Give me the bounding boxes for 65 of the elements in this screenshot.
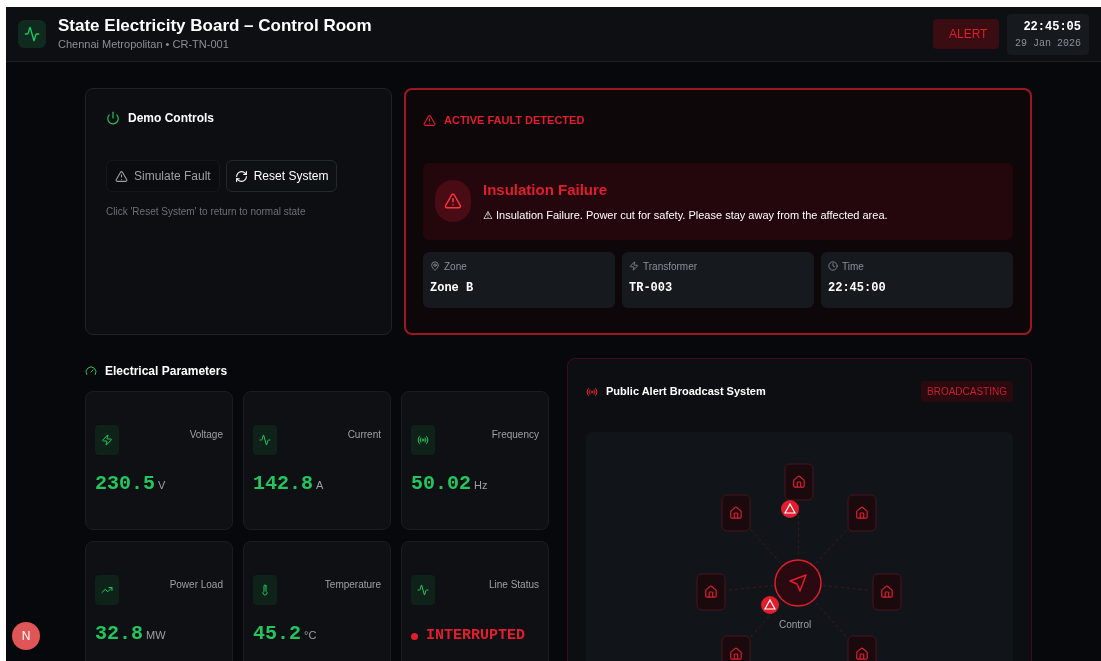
- fault-title: Insulation Failure: [483, 179, 609, 200]
- control-label: Control: [779, 618, 812, 632]
- signal-icon: [411, 425, 435, 455]
- alert-badge: ALERT: [933, 19, 999, 49]
- app-subtitle: Chennai Metropolitan • CR-TN-001: [58, 37, 230, 53]
- lightning-icon: [629, 261, 639, 271]
- connection-line: [726, 585, 775, 591]
- detail-value: 22:45:00: [828, 279, 887, 297]
- power-icon: [106, 111, 120, 125]
- house-node: [784, 463, 814, 501]
- parameter-unit: V: [158, 478, 166, 493]
- clock-icon: [828, 261, 838, 271]
- parameter-unit: MW: [146, 628, 166, 643]
- pulse-icon: [253, 425, 277, 455]
- house-node: [872, 573, 902, 611]
- gauge-icon: [85, 365, 97, 377]
- refresh-icon: [234, 169, 248, 183]
- clock-date: 29 Jan 2026: [1015, 36, 1081, 51]
- reset-system-button[interactable]: Reset System: [225, 160, 338, 192]
- parameter-label: Temperature: [324, 578, 381, 592]
- pulse-logo-icon: [18, 20, 46, 48]
- panel-title: Public Alert Broadcast System: [606, 384, 766, 400]
- parameter-label: Current: [347, 428, 381, 442]
- status-value: INTERRUPTED: [426, 626, 526, 646]
- house-node: [721, 494, 751, 532]
- warning-icon: [423, 113, 436, 127]
- pin-icon: [430, 261, 440, 271]
- thermometer-icon: [253, 575, 277, 605]
- alert-marker: [761, 596, 779, 614]
- detail-value: Zone B: [430, 279, 475, 297]
- hint-text: Click 'Reset System' to return to normal state: [106, 205, 307, 219]
- parameter-unit: A: [316, 478, 324, 493]
- detail-label: Time: [842, 259, 864, 274]
- parameter-value: 142.8: [253, 471, 313, 497]
- parameter-label: Power Load: [169, 578, 223, 592]
- detail-label: Zone: [444, 259, 467, 274]
- lightning-icon: [95, 425, 119, 455]
- control-node: [774, 559, 822, 607]
- dev-indicator[interactable]: N: [12, 622, 40, 650]
- alert-marker: [781, 500, 799, 518]
- parameter-unit: °C: [304, 628, 317, 643]
- warning-icon: [435, 180, 471, 222]
- parameter-value: 50.02: [411, 471, 471, 497]
- parameter-value: 230.5: [95, 471, 155, 497]
- detail-value: TR-003: [629, 279, 674, 297]
- section-title: Electrical Parameters: [105, 363, 228, 380]
- parameter-label: Frequency: [491, 428, 539, 442]
- pulse-icon: [411, 575, 435, 605]
- fault-heading: ACTIVE FAULT DETECTED: [444, 113, 585, 128]
- parameter-label: Voltage: [189, 428, 223, 442]
- parameter-label: Line Status: [488, 578, 539, 592]
- fault-message: ⚠ Insulation Failure. Power cut for safety. Please stay away from the affected area.: [483, 208, 888, 223]
- broadcast-icon: [586, 385, 598, 398]
- trend-up-icon: [95, 575, 119, 605]
- card-title: Demo Controls: [128, 110, 214, 127]
- detail-label: Transformer: [643, 259, 698, 274]
- house-node: [847, 494, 877, 532]
- parameter-unit: Hz: [474, 478, 488, 493]
- warning-icon: [115, 169, 128, 183]
- broadcasting-badge: BROADCASTING: [921, 381, 1013, 402]
- app-title: State Electricity Board – Control Room: [58, 15, 372, 37]
- parameter-value: 32.8: [95, 621, 143, 647]
- clock-time: 22:45:05: [1023, 18, 1081, 36]
- parameter-value: 45.2: [253, 621, 301, 647]
- house-node: [696, 573, 726, 611]
